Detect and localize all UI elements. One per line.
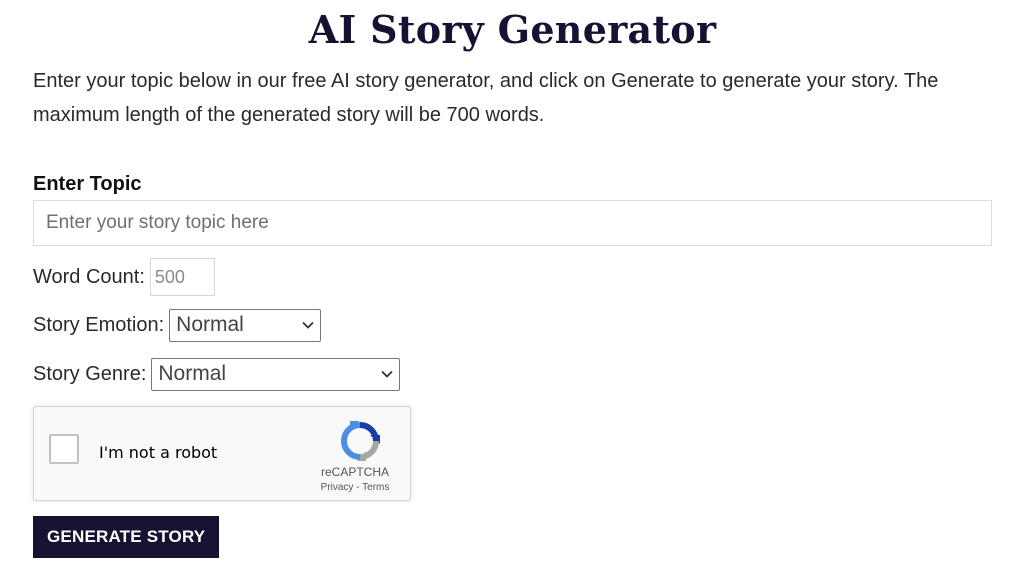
- topic-input[interactable]: [33, 200, 992, 246]
- intro-text: Enter your topic below in our free AI st…: [33, 70, 939, 126]
- story-genre-row: Story Genre: Normal: [33, 357, 992, 391]
- story-generator-page: AI Story Generator Enter your topic belo…: [33, 0, 992, 558]
- recaptcha-logo-icon: [340, 421, 380, 461]
- story-emotion-row: Story Emotion: Normal: [33, 308, 992, 342]
- story-emotion-select[interactable]: Normal: [169, 308, 322, 342]
- story-genre-select[interactable]: Normal: [151, 357, 401, 391]
- recaptcha-links: Privacy - Terms: [315, 482, 395, 494]
- story-emotion-label: Story Emotion:: [33, 313, 165, 336]
- recaptcha-checkbox[interactable]: [49, 434, 79, 464]
- page-title: AI Story Generator: [308, 7, 717, 52]
- generate-story-button[interactable]: GENERATE STORY: [33, 516, 220, 558]
- story-emotion-value: Normal: [176, 313, 244, 336]
- word-count-row: Word Count:: [33, 258, 992, 296]
- recaptcha-widget: I'm not a robot reCAPTCHA Privacy - Term…: [33, 406, 411, 501]
- word-count-input[interactable]: [149, 258, 215, 296]
- recaptcha-label: I'm not a robot: [99, 443, 218, 462]
- chevron-down-icon: [381, 370, 394, 378]
- chevron-down-icon: [302, 321, 314, 329]
- word-count-label: Word Count:: [33, 265, 145, 288]
- recaptcha-privacy-link[interactable]: Privacy: [321, 482, 354, 493]
- recaptcha-terms-link[interactable]: Terms: [362, 482, 389, 493]
- topic-label: Enter Topic: [33, 173, 142, 195]
- story-genre-value: Normal: [158, 362, 227, 385]
- story-genre-label: Story Genre:: [33, 362, 147, 385]
- recaptcha-brand: reCAPTCHA: [320, 465, 389, 479]
- recaptcha-link-separator: -: [353, 482, 363, 493]
